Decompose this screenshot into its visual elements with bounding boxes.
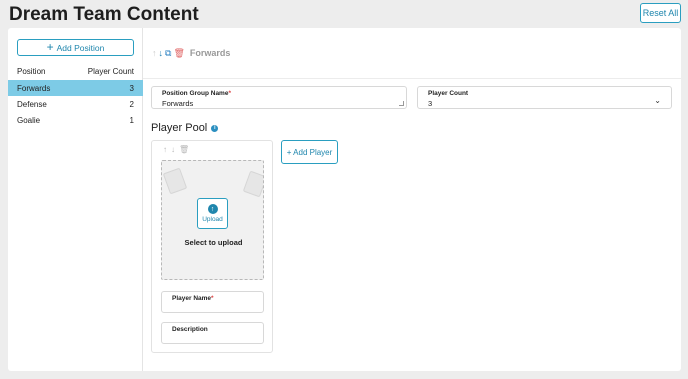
player-count-label: Player Count (428, 90, 469, 97)
player-count-column-header: Player Count (87, 67, 134, 76)
position-name: Goalie (17, 116, 41, 125)
description-field[interactable]: Description (161, 322, 264, 344)
player-count-value: 3 (428, 99, 433, 108)
chevron-down-icon: ⌄ (654, 96, 661, 105)
position-name: Defense (17, 100, 47, 109)
trash-icon[interactable]: 🗑 (173, 48, 184, 58)
group-toolbar: ↑ ↓ ⧉ 🗑 Forwards (152, 48, 230, 58)
add-player-button[interactable]: + Add Player (281, 140, 338, 164)
position-row-goalie[interactable]: Goalie 1 (8, 112, 143, 128)
resize-grip-icon[interactable] (399, 101, 404, 106)
player-count-select[interactable]: Player Count 3 ⌄ (417, 86, 672, 109)
info-icon[interactable]: i (211, 124, 219, 132)
arrow-up-icon[interactable]: ↑ (152, 48, 157, 58)
arrow-up-icon[interactable]: ↑ (163, 145, 167, 154)
page-title: Dream Team Content (9, 4, 199, 25)
position-count: 1 (129, 116, 134, 125)
player-pool-title: Player Pool (151, 122, 208, 134)
duplicate-icon[interactable]: ⧉ (165, 48, 171, 58)
player-pool-heading: Player Pool i (151, 122, 219, 134)
position-name: Forwards (17, 84, 51, 93)
position-group-name-label: Position Group Name* (162, 90, 231, 97)
add-position-button[interactable]: + Add Position (17, 39, 134, 56)
arrow-down-icon[interactable]: ↓ (159, 48, 164, 58)
upload-icon: ↑ (207, 204, 218, 214)
player-card: ↑ ↓ 🗑 ↑ Upload Select to upload Player N… (151, 140, 273, 353)
document-placeholder-icon (162, 167, 188, 195)
upload-caption: Select to upload (184, 238, 243, 247)
plus-icon: + (46, 40, 54, 54)
reset-all-button[interactable]: Reset All (640, 3, 681, 23)
position-count: 3 (129, 84, 134, 93)
content-panel: + Add Position Position Player Count For… (8, 28, 681, 371)
upload-dropzone[interactable]: ↑ Upload Select to upload (161, 160, 264, 280)
position-row-forwards[interactable]: Forwards 3 (8, 80, 143, 96)
player-name-field[interactable]: Player Name* (161, 291, 264, 313)
position-group-name-value: Forwards (162, 99, 194, 108)
group-toolbar-area: ↑ ↓ ⧉ 🗑 Forwards (143, 28, 681, 79)
player-card-toolbar: ↑ ↓ 🗑 (163, 145, 189, 154)
add-position-label: Add Position (56, 42, 105, 53)
group-name-heading: Forwards (189, 48, 231, 58)
position-group-name-field[interactable]: Position Group Name* Forwards (151, 86, 407, 109)
position-sidebar: + Add Position Position Player Count For… (8, 28, 143, 371)
trash-icon[interactable]: 🗑 (179, 145, 189, 154)
position-count: 2 (129, 100, 134, 109)
arrow-down-icon[interactable]: ↓ (171, 145, 175, 154)
description-label: Description (172, 326, 208, 333)
position-row-defense[interactable]: Defense 2 (8, 96, 143, 112)
document-placeholder-icon (242, 170, 263, 198)
position-list-header: Position Player Count (8, 65, 143, 79)
player-name-label: Player Name* (172, 295, 214, 302)
position-column-header: Position (17, 67, 46, 76)
upload-button[interactable]: ↑ Upload (197, 198, 228, 229)
upload-label: Upload (202, 216, 223, 223)
